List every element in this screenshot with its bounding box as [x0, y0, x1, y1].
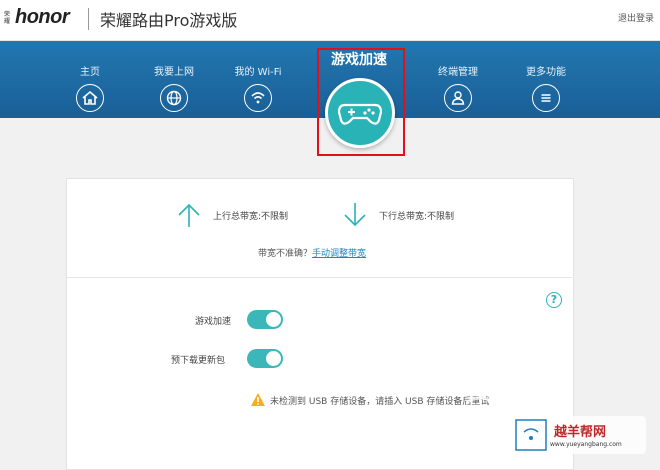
header-divider: [88, 8, 89, 30]
wifi-icon: [244, 84, 272, 112]
menu-icon: [532, 84, 560, 112]
bandwidth-hint: 带宽不准确？手动调整带宽: [258, 246, 366, 259]
nav-item-more[interactable]: 更多功能: [506, 41, 586, 112]
usb-warning: 未检测到 USB 存储设备，请插入 USB 存储设备后重试: [270, 397, 490, 407]
predownload-toggle[interactable]: [247, 349, 283, 368]
upload-bandwidth: 上行总带宽:不限制: [213, 212, 289, 222]
download-bandwidth: 下行总带宽:不限制: [379, 212, 455, 222]
adjust-bandwidth-link[interactable]: 手动调整带宽: [312, 249, 366, 259]
logout-link[interactable]: 退出登录: [618, 11, 654, 24]
site-watermark: 越羊帮网 www.yueyangbang.com: [466, 376, 660, 457]
honor-logo: honor: [15, 6, 70, 28]
brand-small-text: 荣耀: [4, 11, 11, 25]
toggle-knob: [266, 351, 281, 366]
user-icon: [444, 84, 472, 112]
download-arrow-icon: [344, 203, 366, 227]
game-accel-label: 游戏加速: [195, 317, 232, 327]
section-divider: [66, 277, 572, 278]
help-icon[interactable]: ?: [546, 292, 562, 308]
nav-item-devices[interactable]: 终端管理: [418, 41, 498, 112]
nav-label: 更多功能: [526, 67, 566, 78]
toggle-knob: [266, 312, 281, 327]
nav-label: 我的 Wi-Fi: [234, 67, 282, 78]
nav-item-home[interactable]: 主页: [50, 41, 130, 112]
nav-item-internet[interactable]: 我要上网: [134, 41, 214, 112]
upload-arrow-icon: [178, 203, 200, 227]
nav-label: 主页: [80, 67, 100, 78]
highlight-box: [317, 48, 405, 156]
warning-icon: [251, 393, 265, 406]
top-bar: 荣耀 honor 荣耀路由Pro游戏版 退出登录: [0, 0, 660, 41]
product-title: 荣耀路由Pro游戏版: [100, 11, 238, 30]
watermark-site-url: www.yueyangbang.com: [550, 441, 622, 448]
nav-item-wifi[interactable]: 我的 Wi-Fi: [218, 41, 298, 112]
home-icon: [76, 84, 104, 112]
nav-label: 终端管理: [438, 67, 478, 78]
bandwidth-hint-text: 带宽不准确？: [258, 249, 313, 259]
predownload-label: 预下载更新包: [171, 356, 226, 366]
nav-label: 我要上网: [154, 67, 194, 78]
watermark-site-name: 越羊帮网: [554, 425, 607, 440]
globe-icon: [160, 84, 188, 112]
game-accel-toggle[interactable]: [247, 310, 283, 329]
